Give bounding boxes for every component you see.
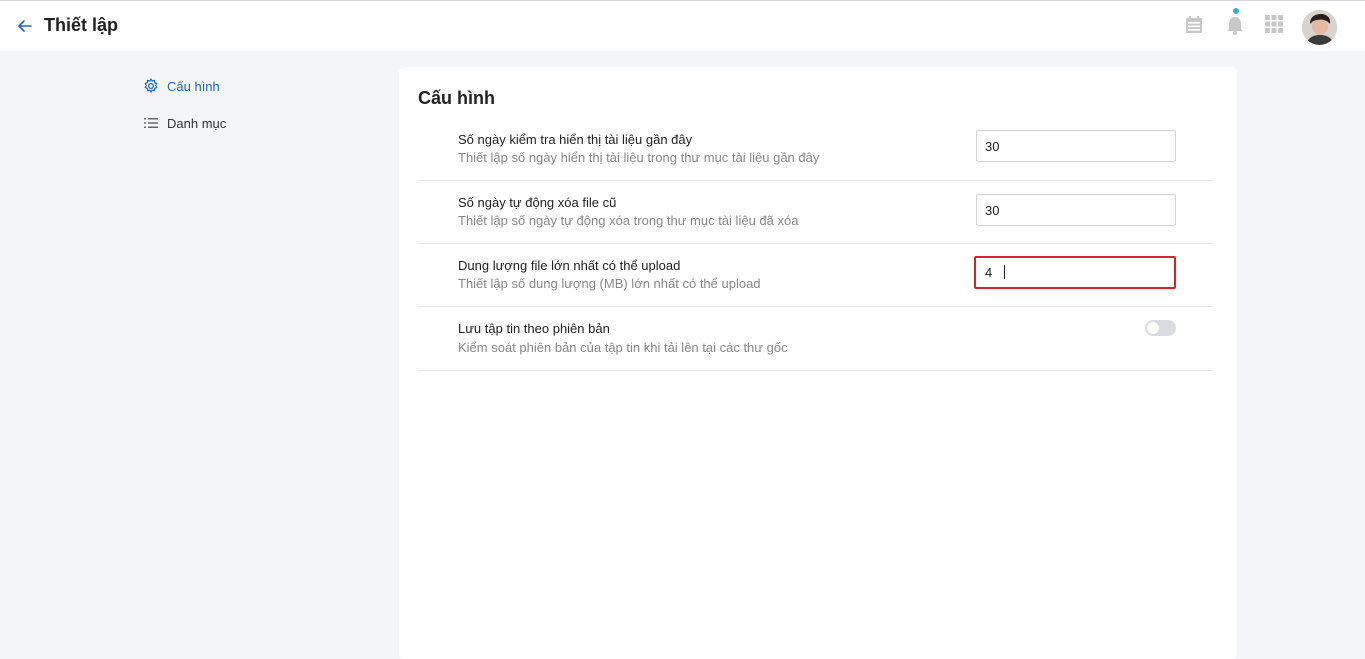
section-title: Cấu hình — [418, 88, 495, 108]
setting-row-max-upload-size: Dung lượng file lớn nhất có thể upload T… — [418, 244, 1213, 307]
setting-title: Số ngày tự động xóa file cũ — [458, 195, 617, 210]
page-title: Thiết lập — [44, 15, 119, 35]
setting-title: Dung lượng file lớn nhất có thể upload — [458, 258, 681, 273]
text-caret — [1004, 265, 1005, 279]
notification-dot — [1233, 8, 1239, 14]
back-arrow-icon — [18, 20, 32, 32]
sidebar-item-cau-hinh[interactable]: Cấu hình — [143, 74, 363, 98]
sidebar-item-label: Cấu hình — [167, 78, 220, 94]
setting-description: Kiểm soát phiên bản của tập tin khi tải … — [458, 340, 788, 355]
setting-row-versioning: Lưu tập tin theo phiên bản Kiểm soát phi… — [418, 307, 1213, 371]
apps-grid-icon — [1265, 15, 1283, 33]
setting-row-recent-days: Số ngày kiểm tra hiển thị tài liệu gần đ… — [418, 120, 1213, 181]
calendar-icon — [1186, 16, 1202, 33]
settings-card: Cấu hình Số ngày kiểm tra hiển thị tài l… — [399, 67, 1237, 659]
user-avatar[interactable] — [1302, 10, 1337, 45]
setting-title: Số ngày kiểm tra hiển thị tài liệu gần đ… — [458, 132, 693, 147]
versioning-toggle[interactable] — [1145, 320, 1176, 336]
bell-icon — [1227, 17, 1243, 35]
notification-button[interactable] — [1225, 8, 1249, 38]
setting-row-auto-delete-days: Số ngày tự động xóa file cũ Thiết lập số… — [418, 181, 1213, 244]
setting-description: Thiết lập số ngày tự động xóa trong thư … — [458, 213, 799, 228]
toggle-knob — [1147, 322, 1159, 334]
calendar-button[interactable] — [1183, 14, 1207, 38]
back-button[interactable] — [14, 15, 36, 37]
sidebar: Cấu hình Danh mục — [143, 74, 363, 148]
sidebar-item-label: Danh mục — [167, 115, 227, 131]
recent-days-input[interactable] — [976, 130, 1176, 162]
gear-icon — [143, 78, 159, 94]
sidebar-item-danh-muc[interactable]: Danh mục — [143, 111, 363, 135]
auto-delete-days-input[interactable] — [976, 194, 1176, 226]
setting-description: Thiết lập số ngày hiển thị tài liệu tron… — [458, 150, 820, 165]
apps-button[interactable] — [1264, 14, 1288, 38]
setting-title: Lưu tập tin theo phiên bản — [458, 321, 610, 336]
setting-description: Thiết lập số dung lượng (MB) lớn nhất có… — [458, 276, 761, 291]
list-icon — [143, 115, 159, 131]
top-bar: Thiết lập — [0, 0, 1365, 51]
